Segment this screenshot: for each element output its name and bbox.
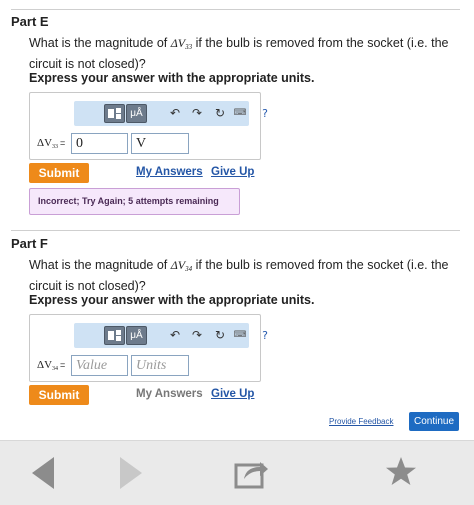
keyboard-icon[interactable]: ⌨ — [232, 104, 248, 123]
part-e-question: What is the magnitude of ΔV33 if the bul… — [29, 35, 461, 73]
templates-icon[interactable] — [104, 326, 125, 345]
part-f-question-lead: What is the magnitude of — [29, 258, 171, 272]
units-symbol-button[interactable]: μÅ — [126, 326, 147, 345]
part-e-symbol: ΔV33 — [170, 36, 192, 51]
reset-icon[interactable]: ↻ — [212, 104, 228, 123]
part-f-value-input[interactable]: Value — [71, 355, 128, 376]
continue-button[interactable]: Continue — [409, 412, 459, 431]
star-icon[interactable] — [384, 455, 418, 489]
undo-icon[interactable]: ↶ — [167, 104, 183, 123]
divider-top — [11, 9, 460, 10]
part-f-math-toolbar: μÅ ↶ ↷ ↻ ⌨ ? — [74, 323, 268, 348]
part-f-label-sub: 34 — [52, 366, 59, 372]
part-e-label-sub: 33 — [52, 144, 59, 150]
browser-bottom-bar — [0, 440, 474, 505]
part-e-value-input[interactable]: 0 — [71, 133, 128, 154]
part-e-symbol-main: ΔV — [170, 36, 186, 50]
redo-icon[interactable]: ↷ — [189, 104, 205, 123]
part-f-units-input[interactable]: Units — [131, 355, 189, 376]
part-f-label-symbol: ΔV — [37, 359, 53, 371]
part-f-variable-label: ΔV34 = — [37, 359, 65, 372]
part-f-submit-button[interactable]: Submit — [29, 385, 89, 405]
share-icon[interactable] — [234, 457, 270, 489]
part-e-question-lead: What is the magnitude of — [29, 36, 171, 50]
part-f-give-up-link[interactable]: Give Up — [211, 388, 254, 400]
part-f-question: What is the magnitude of ΔV34 if the bul… — [29, 257, 461, 295]
part-f-label-eq: = — [60, 360, 66, 370]
part-e-feedback-message: Incorrect; Try Again; 5 attempts remaini… — [29, 188, 240, 215]
reset-icon[interactable]: ↻ — [212, 326, 228, 345]
keyboard-icon[interactable]: ⌨ — [232, 326, 248, 345]
part-f-symbol-main: ΔV — [170, 258, 186, 272]
part-f-instruction: Express your answer with the appropriate… — [29, 293, 315, 307]
part-e-give-up-link[interactable]: Give Up — [211, 166, 254, 178]
part-e-instruction: Express your answer with the appropriate… — [29, 71, 315, 85]
part-e-label-eq: = — [60, 138, 66, 148]
forward-arrow-icon[interactable] — [116, 455, 146, 491]
part-e-label-symbol: ΔV — [37, 137, 53, 149]
templates-icon[interactable] — [104, 104, 125, 123]
part-e-title: Part E — [11, 14, 49, 29]
part-f-title: Part F — [11, 236, 48, 251]
back-arrow-icon[interactable] — [28, 455, 58, 491]
divider-middle — [11, 230, 460, 231]
help-icon[interactable]: ? — [257, 326, 273, 345]
part-e-answer-box: μÅ ↶ ↷ ↻ ⌨ ? ΔV33 = 0 V — [29, 92, 268, 160]
part-f-answer-box: μÅ ↶ ↷ ↻ ⌨ ? ΔV34 = Value Units — [29, 314, 268, 382]
undo-icon[interactable]: ↶ — [167, 326, 183, 345]
part-e-submit-button[interactable]: Submit — [29, 163, 89, 183]
redo-icon[interactable]: ↷ — [189, 326, 205, 345]
units-symbol-button[interactable]: μÅ — [126, 104, 147, 123]
part-e-units-input[interactable]: V — [131, 133, 189, 154]
part-e-variable-label: ΔV33 = — [37, 137, 65, 150]
part-e-my-answers-link[interactable]: My Answers — [136, 166, 203, 178]
help-icon[interactable]: ? — [257, 104, 273, 123]
provide-feedback-link[interactable]: Provide Feedback — [329, 417, 393, 426]
part-e-math-toolbar: μÅ ↶ ↷ ↻ ⌨ ? — [74, 101, 268, 126]
part-f-my-answers-label: My Answers — [136, 388, 203, 400]
part-f-symbol: ΔV34 — [170, 258, 192, 273]
